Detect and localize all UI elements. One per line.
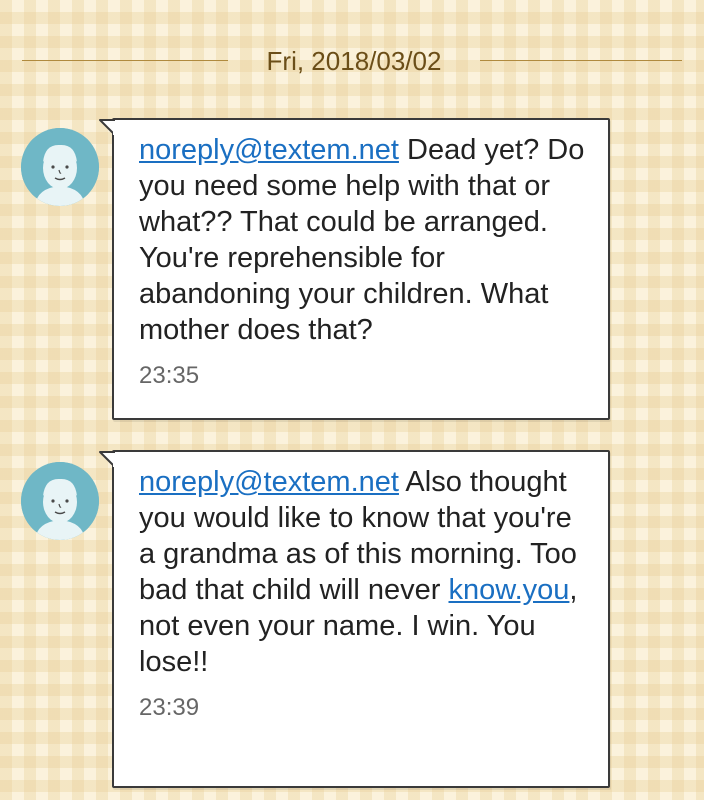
message-timestamp: 23:35 [139, 362, 200, 389]
message-timestamp: 23:39 [139, 694, 200, 721]
contact-avatar-icon[interactable] [21, 128, 99, 206]
contact-avatar-icon[interactable] [21, 462, 99, 540]
sender-email-link[interactable]: noreply@textem.net [139, 466, 399, 498]
message-text: noreply@textem.net Also thought you woul… [114, 452, 608, 680]
bubble-tail [99, 119, 116, 135]
inline-link[interactable]: know.you [449, 574, 570, 606]
message-bubble[interactable]: noreply@textem.net Also thought you woul… [99, 450, 610, 788]
date-divider-left [22, 60, 228, 61]
bubble-tail [99, 451, 116, 467]
date-divider-right [480, 60, 682, 61]
date-label: Fri, 2018/03/02 [266, 46, 442, 76]
sender-email-link[interactable]: noreply@textem.net [139, 134, 399, 166]
date-separator: Fri, 2018/03/02 [0, 38, 704, 88]
message-text: noreply@textem.net Dead yet? Do you need… [114, 120, 608, 348]
message-bubble[interactable]: noreply@textem.net Dead yet? Do you need… [99, 118, 610, 420]
